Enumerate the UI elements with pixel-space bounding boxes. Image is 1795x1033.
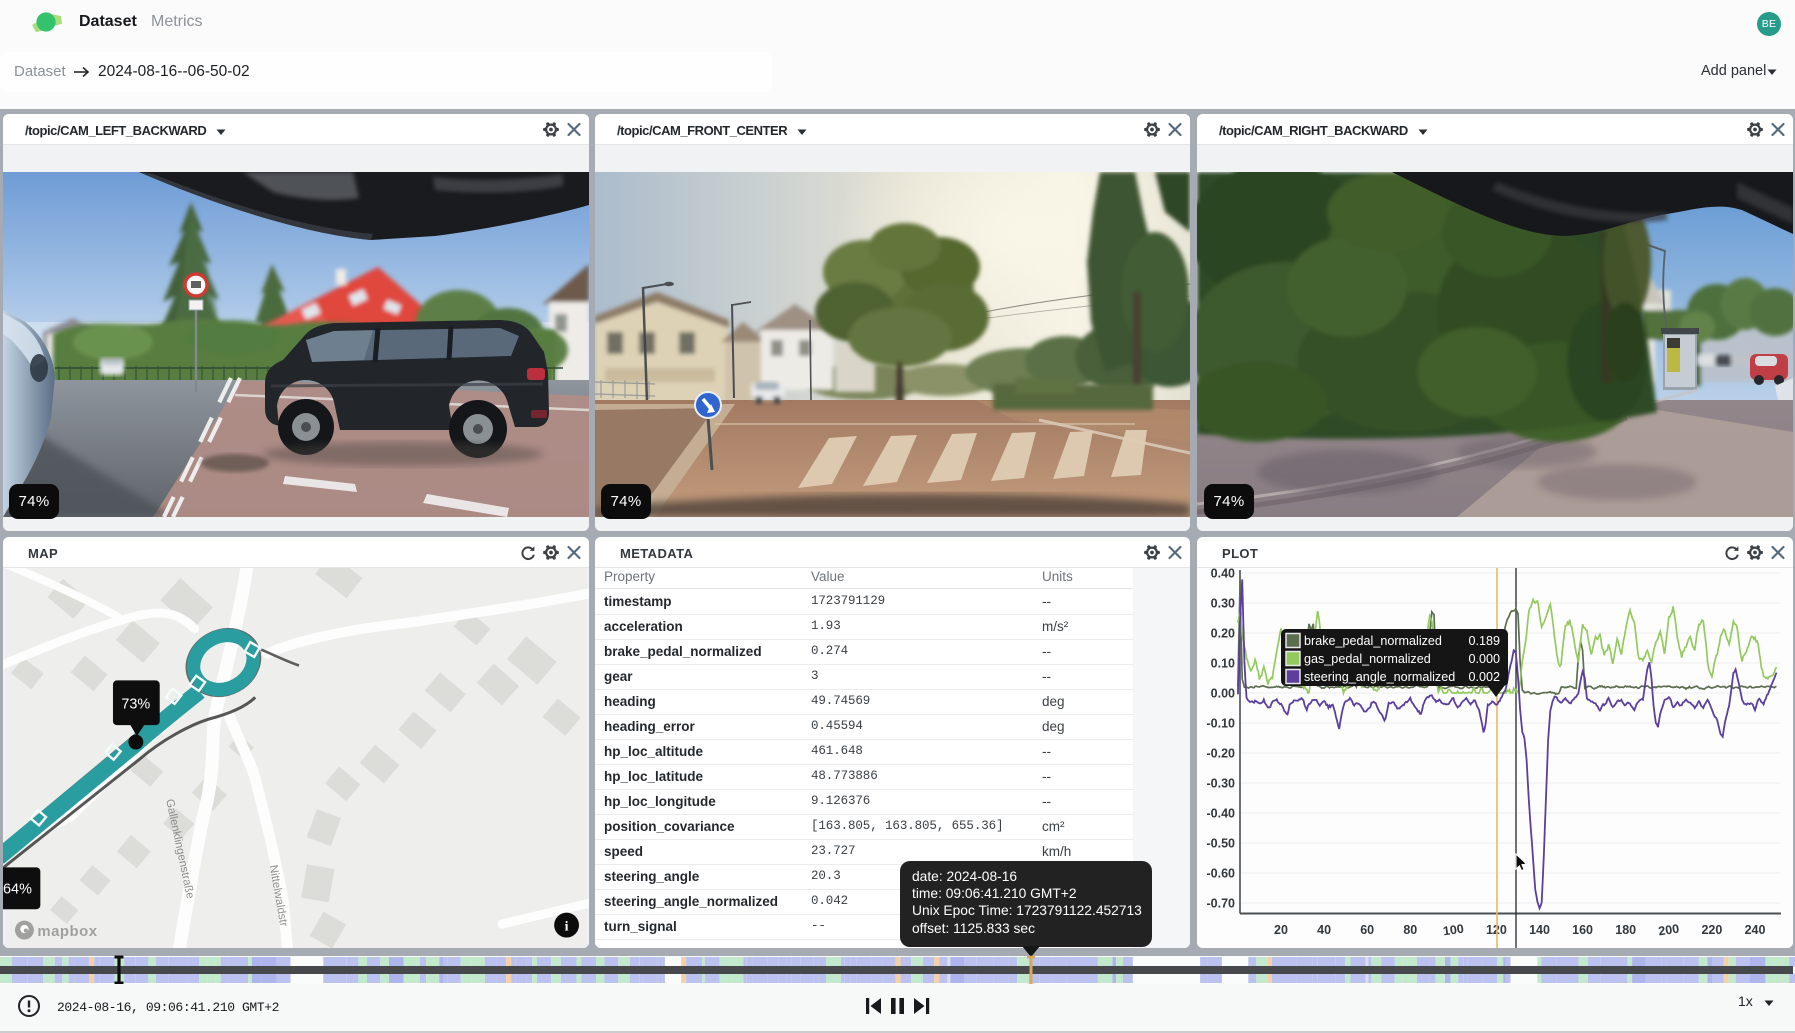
svg-text:-0.60: -0.60 bbox=[1207, 867, 1236, 881]
svg-text:-0.50: -0.50 bbox=[1207, 837, 1236, 851]
svg-text:0.189: 0.189 bbox=[1468, 634, 1500, 648]
svg-text:0.20: 0.20 bbox=[1211, 627, 1235, 641]
svg-text:0.10: 0.10 bbox=[1211, 657, 1235, 671]
svg-text:160: 160 bbox=[1572, 923, 1593, 937]
svg-text:gas_pedal_normalized: gas_pedal_normalized bbox=[1304, 652, 1431, 666]
svg-text:i: i bbox=[565, 920, 569, 935]
svg-text:200: 200 bbox=[1657, 922, 1680, 939]
svg-text:0.002: 0.002 bbox=[1468, 670, 1500, 684]
svg-text:brake_pedal_normalized: brake_pedal_normalized bbox=[1304, 634, 1442, 648]
svg-text:140: 140 bbox=[1529, 923, 1550, 937]
svg-text:0.00: 0.00 bbox=[1211, 687, 1235, 701]
svg-text:40: 40 bbox=[1317, 923, 1331, 937]
svg-text:-0.40: -0.40 bbox=[1207, 807, 1236, 821]
svg-text:20: 20 bbox=[1274, 923, 1288, 937]
svg-text:-0.70: -0.70 bbox=[1207, 897, 1236, 911]
svg-text:64%: 64% bbox=[3, 881, 32, 897]
svg-text:220: 220 bbox=[1701, 923, 1722, 937]
svg-text:-0.20: -0.20 bbox=[1207, 747, 1236, 761]
svg-text:180: 180 bbox=[1615, 923, 1636, 937]
svg-text:-0.30: -0.30 bbox=[1207, 777, 1236, 791]
svg-text:mapbox: mapbox bbox=[37, 923, 97, 940]
svg-text:240: 240 bbox=[1745, 923, 1766, 937]
svg-text:steering_angle_normalized: steering_angle_normalized bbox=[1304, 670, 1455, 684]
svg-text:0.000: 0.000 bbox=[1468, 652, 1500, 666]
svg-text:0.30: 0.30 bbox=[1211, 597, 1235, 611]
svg-text:0.40: 0.40 bbox=[1211, 568, 1235, 581]
svg-text:-0.10: -0.10 bbox=[1207, 717, 1236, 731]
svg-text:73%: 73% bbox=[121, 696, 150, 712]
svg-text:80: 80 bbox=[1403, 923, 1417, 937]
svg-text:60: 60 bbox=[1360, 923, 1374, 937]
svg-text:100: 100 bbox=[1442, 922, 1465, 939]
